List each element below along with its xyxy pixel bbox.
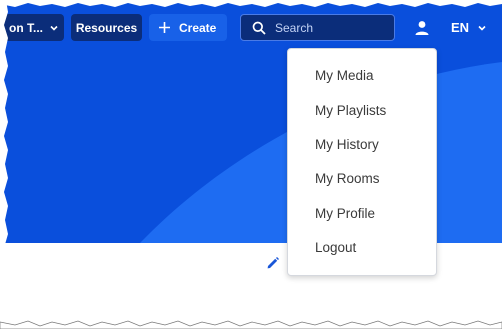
chevron-down-icon — [478, 25, 486, 31]
torn-edge-top — [0, 0, 502, 7]
organization-dropdown[interactable]: on T... — [2, 14, 64, 41]
resources-label: Resources — [75, 20, 138, 35]
create-button[interactable]: Create — [149, 14, 227, 41]
pencil-icon[interactable] — [266, 256, 280, 270]
language-label: EN — [451, 20, 470, 35]
chevron-down-icon — [50, 25, 58, 31]
torn-edge-bottom — [0, 320, 502, 329]
resources-button[interactable]: Resources — [71, 14, 142, 41]
page: on T... Resources Create Search EN My Me… — [0, 0, 502, 329]
top-navigation-bar: on T... Resources Create Search EN — [0, 13, 502, 43]
menu-item-my-playlists[interactable]: My Playlists — [315, 103, 386, 118]
search-box[interactable]: Search — [240, 14, 395, 41]
user-icon[interactable] — [414, 20, 430, 36]
user-menu-dropdown: My Media My Playlists My History My Room… — [287, 48, 437, 276]
organization-label: on T... — [9, 20, 43, 35]
language-selector[interactable]: EN — [451, 20, 486, 35]
menu-item-logout[interactable]: Logout — [315, 240, 356, 255]
search-icon — [252, 21, 266, 35]
create-label: Create — [179, 20, 217, 35]
menu-item-my-media[interactable]: My Media — [315, 68, 374, 83]
menu-item-my-history[interactable]: My History — [315, 137, 379, 152]
menu-item-my-rooms[interactable]: My Rooms — [315, 171, 380, 186]
torn-edge-left — [0, 0, 8, 329]
plus-icon — [159, 22, 170, 33]
menu-item-my-profile[interactable]: My Profile — [315, 206, 375, 221]
search-placeholder: Search — [275, 20, 314, 35]
